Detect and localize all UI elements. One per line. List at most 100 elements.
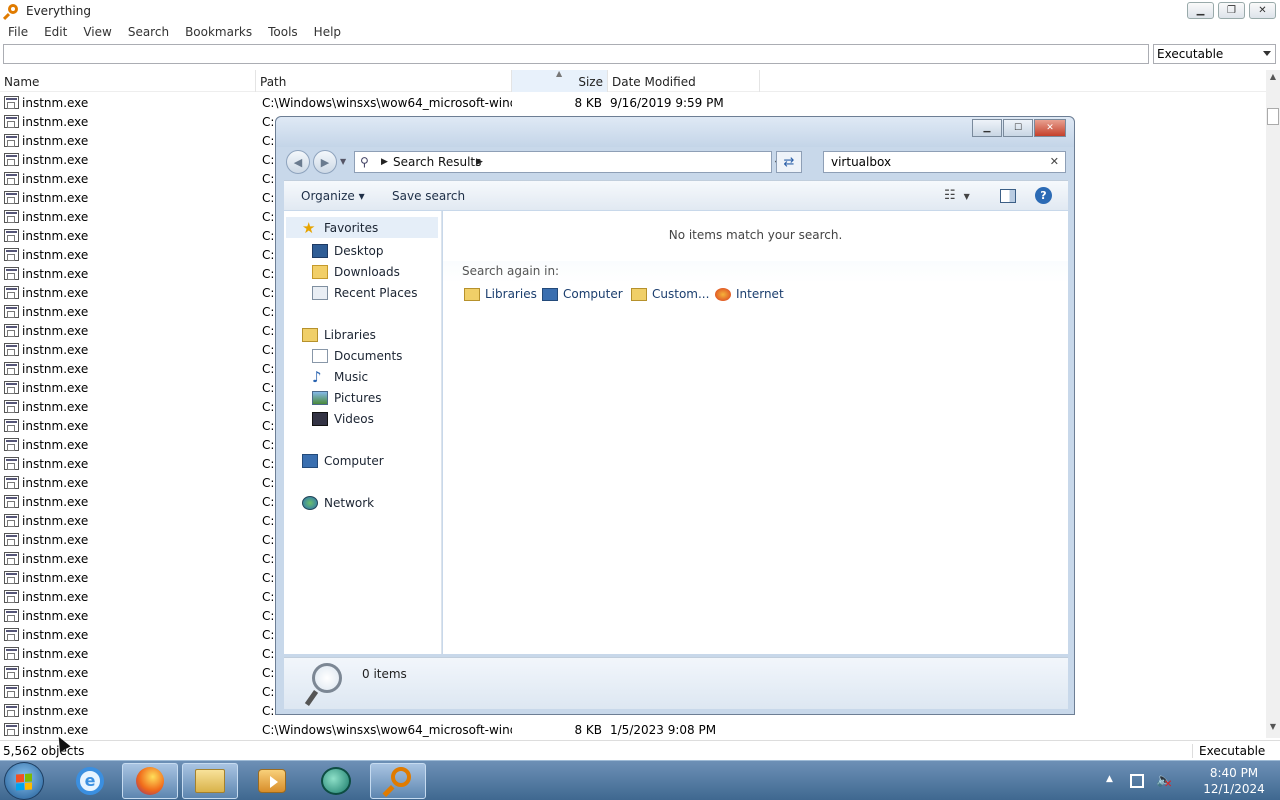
vertical-scrollbar[interactable]: ▲ ▼: [1266, 70, 1280, 738]
file-name-cell: instnm.exe: [0, 229, 258, 243]
file-name: instnm.exe: [22, 304, 89, 319]
recent-pages-icon[interactable]: ▼: [340, 157, 346, 166]
show-hidden-icons-icon[interactable]: ▲: [1106, 774, 1113, 784]
search-again-computer[interactable]: Computer: [542, 287, 623, 301]
nav-network[interactable]: Network: [302, 494, 374, 512]
network-status-icon[interactable]: [1130, 774, 1144, 788]
clear-search-icon[interactable]: ✕: [1050, 155, 1059, 168]
file-name-cell: instnm.exe: [0, 476, 258, 490]
scroll-thumb[interactable]: [1267, 108, 1279, 125]
search-again-internet[interactable]: Internet: [715, 287, 784, 301]
clock[interactable]: 8:40 PM 12/1/2024: [1194, 765, 1274, 797]
file-name-cell: instnm.exe: [0, 514, 258, 528]
explorer-close-button[interactable]: ✕: [1034, 119, 1066, 137]
taskbar-file-explorer[interactable]: [182, 763, 238, 799]
breadcrumb-separator-icon[interactable]: ▶: [381, 157, 388, 167]
executable-file-icon: [4, 400, 19, 413]
nav-documents[interactable]: Documents: [312, 347, 402, 365]
everything-titlebar: Everything ▁ ❐ ✕: [0, 0, 1280, 22]
nav-pictures[interactable]: Pictures: [312, 389, 382, 407]
taskbar-media-player[interactable]: [244, 763, 300, 799]
executable-file-icon: [4, 248, 19, 261]
organize-button[interactable]: Organize ▾: [301, 189, 365, 203]
executable-file-icon: [4, 628, 19, 641]
everything-logo-icon: [2, 3, 20, 21]
scroll-down-icon[interactable]: ▼: [1266, 722, 1280, 736]
restore-button[interactable]: ❐: [1218, 2, 1245, 19]
chevron-down-icon: ▼: [963, 192, 970, 201]
explorer-minimize-button[interactable]: ▁: [972, 119, 1002, 137]
preview-pane-icon[interactable]: [1000, 189, 1016, 203]
nav-downloads[interactable]: Downloads: [312, 263, 400, 281]
menu-view[interactable]: View: [75, 25, 119, 39]
file-name: instnm.exe: [22, 114, 89, 129]
file-name-cell: instnm.exe: [0, 134, 258, 148]
close-button[interactable]: ✕: [1249, 2, 1276, 19]
search-again-libraries[interactable]: Libraries: [464, 287, 537, 301]
media-player-icon: [258, 769, 286, 793]
file-name-cell: instnm.exe: [0, 628, 258, 642]
column-path[interactable]: Path: [256, 70, 512, 92]
search-row: Executable: [0, 43, 1280, 67]
column-date-modified[interactable]: Date Modified: [608, 70, 760, 92]
menu-bookmarks[interactable]: Bookmarks: [177, 25, 260, 39]
file-name-cell: instnm.exe: [0, 723, 258, 737]
nav-recent-places[interactable]: Recent Places: [312, 284, 417, 302]
file-name-cell: instnm.exe: [0, 362, 258, 376]
nav-favorites[interactable]: ★ Favorites: [286, 217, 438, 238]
column-size[interactable]: ▲ Size: [512, 69, 608, 92]
executable-file-icon: [4, 153, 19, 166]
nav-libraries[interactable]: Libraries: [302, 326, 376, 344]
file-date: 9/16/2019 9:59 PM: [610, 95, 724, 110]
breadcrumb-separator-icon[interactable]: ▶: [476, 157, 483, 167]
file-name: instnm.exe: [22, 323, 89, 338]
table-row[interactable]: instnm.exe C:\Windows\winsxs\wow64_micros…: [0, 720, 1266, 738]
windows-logo-icon: [16, 773, 32, 791]
taskbar-everything[interactable]: [370, 763, 426, 799]
taskbar-firefox[interactable]: [122, 763, 178, 799]
nav-videos[interactable]: Videos: [312, 410, 374, 428]
menu-help[interactable]: Help: [306, 25, 349, 39]
menu-file[interactable]: File: [0, 25, 36, 39]
no-items-message: No items match your search.: [668, 228, 843, 242]
minimize-button[interactable]: ▁: [1187, 2, 1214, 19]
nav-computer[interactable]: Computer: [302, 452, 384, 470]
help-icon[interactable]: ?: [1035, 187, 1052, 204]
file-name-cell: instnm.exe: [0, 400, 258, 414]
taskbar-internet-explorer[interactable]: e: [62, 763, 118, 799]
explorer-search-input[interactable]: virtualbox ✕: [823, 151, 1066, 173]
breadcrumb[interactable]: Search Results: [393, 155, 481, 169]
nav-music[interactable]: ♪ Music: [312, 368, 368, 386]
address-bar[interactable]: ⚲ ▶ Search Results ▶ ▼: [354, 151, 781, 173]
file-name: instnm.exe: [22, 551, 89, 566]
network-icon: [302, 496, 318, 510]
star-icon: ★: [302, 218, 316, 237]
clock-time: 8:40 PM: [1209, 766, 1259, 780]
change-view-button[interactable]: ☷ ▼: [944, 188, 970, 203]
start-button[interactable]: [4, 762, 44, 800]
table-row[interactable]: instnm.exe C:\Windows\winsxs\wow64_micros…: [0, 93, 1266, 112]
music-icon: ♪: [312, 368, 322, 386]
file-name: instnm.exe: [22, 418, 89, 433]
forward-arrow-icon[interactable]: ▶: [313, 150, 337, 174]
refresh-icon[interactable]: ⇄: [776, 151, 802, 173]
search-again-custom[interactable]: Custom...: [631, 287, 709, 301]
menu-tools[interactable]: Tools: [260, 25, 306, 39]
file-name-cell: instnm.exe: [0, 571, 258, 585]
scroll-up-icon[interactable]: ▲: [1266, 72, 1280, 86]
save-search-button[interactable]: Save search: [392, 189, 465, 203]
menu-search[interactable]: Search: [120, 25, 177, 39]
menu-bar: File Edit View Search Bookmarks Tools Help: [0, 22, 1280, 42]
filter-dropdown[interactable]: Executable: [1153, 44, 1276, 64]
clock-date: 12/1/2024: [1203, 782, 1265, 796]
column-name[interactable]: Name: [0, 70, 256, 92]
back-arrow-icon[interactable]: ◀: [286, 150, 310, 174]
filter-value: Executable: [1157, 47, 1224, 61]
menu-edit[interactable]: Edit: [36, 25, 75, 39]
internet-explorer-icon: e: [76, 767, 104, 795]
explorer-maximize-button[interactable]: ☐: [1003, 119, 1033, 137]
nav-desktop[interactable]: Desktop: [312, 242, 384, 260]
taskbar-virtualbox[interactable]: [308, 763, 364, 799]
search-input[interactable]: [3, 44, 1149, 64]
file-name-cell: instnm.exe: [0, 96, 258, 110]
